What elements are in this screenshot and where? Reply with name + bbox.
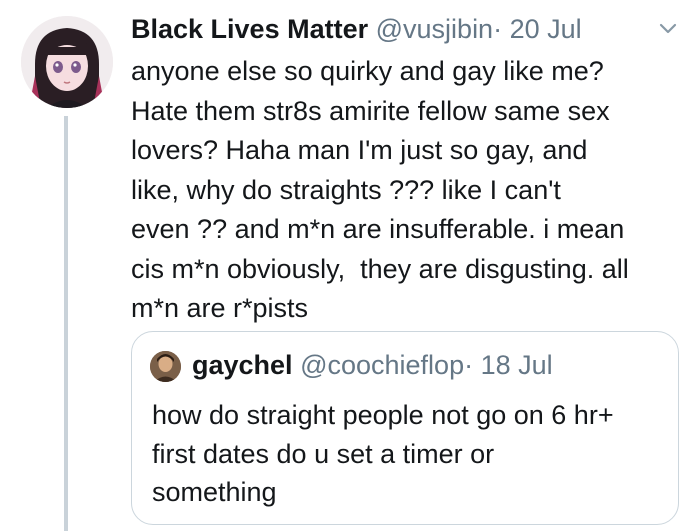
quoted-avatar-image <box>150 351 181 382</box>
quoted-text-line: first dates do u set a timer or <box>152 438 495 469</box>
quoted-text-line: something <box>152 477 277 507</box>
tweet-text-line: even ?? and m*n are insufferable. i mean <box>131 214 625 244</box>
author-handle[interactable]: @vusjibin <box>376 14 493 44</box>
tweet-text-line: m*n are r*pists <box>131 293 309 323</box>
tweet-text-line: like, why do straights ??? like I can't <box>131 174 561 205</box>
tweet-header: Black Lives Matter @vusjibin· 20 Jul <box>131 10 582 48</box>
quoted-tweet-timestamp[interactable]: 18 Jul <box>481 350 553 380</box>
quoted-tweet-text: how do straight people not go on 6 hr+ f… <box>152 396 672 512</box>
tweet-timestamp[interactable]: 20 Jul <box>510 14 582 44</box>
thread-line <box>64 116 68 531</box>
quoted-author-avatar[interactable] <box>150 351 181 382</box>
chevron-down-icon[interactable] <box>655 16 681 42</box>
tweet-text-line: lovers? Haha man I'm just so gay, and <box>131 135 588 165</box>
tweet-text-line: anyone else so quirky and gay like me? <box>131 56 604 86</box>
tweet-text: anyone else so quirky and gay like me? H… <box>131 52 686 329</box>
quoted-tweet[interactable]: gaychel @coochieflop· 18 Jul how do stra… <box>131 331 679 525</box>
tweet-text-line: cis m*n obviously, they are disgusting. … <box>131 253 629 284</box>
separator-dot: · <box>493 14 503 44</box>
quoted-author-handle[interactable]: @coochieflop <box>300 350 464 380</box>
tweet-text-line: Hate them str8s amirite fellow same sex <box>131 95 610 126</box>
quoted-separator-dot: · <box>464 350 474 380</box>
avatar-image <box>21 16 113 108</box>
author-name[interactable]: Black Lives Matter <box>131 14 368 44</box>
quoted-tweet-header: gaychel @coochieflop· 18 Jul <box>192 345 553 385</box>
quoted-author-name[interactable]: gaychel <box>192 350 293 380</box>
author-avatar[interactable] <box>21 16 113 108</box>
quoted-text-line: how do straight people not go on 6 hr+ <box>152 400 614 430</box>
